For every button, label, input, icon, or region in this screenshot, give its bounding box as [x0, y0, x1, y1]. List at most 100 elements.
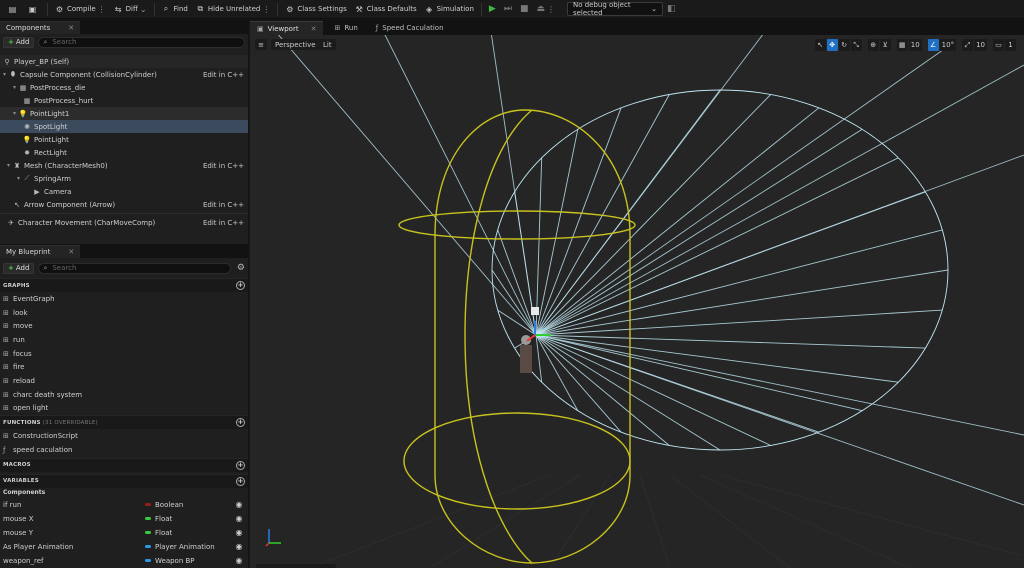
graph-item[interactable]: ⊞ fire [0, 360, 248, 374]
graph-item[interactable]: ⊞ open light [0, 402, 248, 416]
debug-object-select[interactable]: No debug object selected ⌄ [566, 1, 663, 17]
graph-item[interactable]: ⊞ look [0, 306, 248, 320]
select-mode-icon[interactable]: ↖ [814, 39, 826, 51]
grid-snap-icon[interactable]: ▦ [896, 39, 908, 51]
more-options-icon[interactable]: ⋮ [547, 5, 555, 14]
graph-item[interactable]: ⊞ focus [0, 347, 248, 361]
close-icon[interactable]: ✕ [68, 24, 74, 32]
component-row[interactable]: ▶ Camera [0, 185, 248, 198]
tab-run[interactable]: ⊞ Run [327, 21, 364, 35]
graph-item[interactable]: ⊞ charc death system [0, 388, 248, 402]
component-row[interactable]: ▦ PostProcess_hurt [0, 94, 248, 107]
view-mode-button[interactable]: Lit [319, 39, 336, 50]
edit-in-cpp-link[interactable]: Edit in C++ [203, 201, 244, 209]
component-row[interactable]: ▾ ▦ PostProcess_die [0, 81, 248, 94]
blueprint-search[interactable]: ⌕ [38, 262, 231, 274]
edit-in-cpp-link[interactable]: Edit in C++ [203, 71, 244, 79]
stop-button[interactable]: ■ [516, 1, 533, 18]
eye-icon[interactable]: ◉ [234, 528, 244, 537]
component-row[interactable]: ▾ 💡 PointLight1 [0, 107, 248, 120]
add-component-button[interactable]: + Add [3, 36, 35, 48]
camera-speed-icon[interactable]: ▭ [993, 39, 1004, 51]
more-options-icon[interactable]: ⋮ [98, 5, 106, 14]
add-macro-icon[interactable]: + [236, 460, 245, 470]
component-row[interactable]: 💡 PointLight [0, 133, 248, 146]
component-row[interactable]: ▾ ⟋ SpringArm [0, 172, 248, 185]
step-button[interactable]: ⏭ [500, 1, 516, 18]
graphs-section-header[interactable]: GRAPHS + [0, 278, 248, 292]
function-item[interactable]: ⊞ ConstructionScript [0, 429, 248, 443]
variable-row[interactable]: As Player Animation Player Animation ◉ [0, 540, 248, 554]
class-settings-button[interactable]: ⚙ Class Settings [281, 1, 350, 18]
eye-icon[interactable]: ◉ [234, 514, 244, 523]
search-icon: ⌕ [43, 263, 48, 272]
components-subheader[interactable]: Components [0, 488, 248, 498]
save-button[interactable]: ▤ [4, 1, 24, 18]
graph-item[interactable]: ⊞ EventGraph [0, 292, 248, 306]
perspective-button[interactable]: Perspective [271, 39, 320, 50]
tab-my-blueprint[interactable]: My Blueprint ✕ [0, 245, 81, 258]
add-member-button[interactable]: + Add [3, 262, 35, 274]
debug-browse-button[interactable]: ◧ [663, 1, 680, 18]
diff-button[interactable]: ⇆ Diff ⌄ [110, 1, 151, 18]
tab-speed-caculation[interactable]: ƒ Speed Caculation [369, 21, 451, 35]
components-search-input[interactable] [52, 38, 244, 46]
hide-unrelated-button[interactable]: ⧉ Hide Unrelated ⋮ [192, 1, 275, 18]
eye-icon[interactable]: ◉ [234, 542, 244, 551]
browse-button[interactable]: ▣ [24, 1, 44, 18]
add-graph-icon[interactable]: + [236, 281, 245, 290]
viewport[interactable]: ≡ Perspective Lit ↖ ✥ ↻ ⤡ ⊕ ⊻ ▦ 10 ∠ 10°… [250, 35, 1024, 568]
eye-icon[interactable]: ◉ [234, 500, 244, 509]
component-row-selected[interactable]: ✺ SpotLight [0, 120, 248, 133]
component-row[interactable]: ✹ RectLight [0, 146, 248, 159]
variable-row[interactable]: mouse Y Float ◉ [0, 526, 248, 540]
close-icon[interactable]: ✕ [311, 25, 317, 33]
close-icon[interactable]: ✕ [68, 248, 74, 256]
scale-snap-value[interactable]: 10 [974, 39, 987, 51]
graph-item[interactable]: ⊞ move [0, 319, 248, 333]
world-space-icon[interactable]: ⊕ [867, 39, 879, 51]
graph-item[interactable]: ⊞ reload [0, 374, 248, 388]
scale-snap-icon[interactable]: ⤢ [962, 39, 974, 51]
viewport-menu-button[interactable]: ≡ [255, 39, 267, 50]
component-row[interactable]: ▾ ♜ Mesh (CharacterMesh0) Edit in C++ [0, 159, 248, 172]
simulation-button[interactable]: ◈ Simulation [421, 1, 478, 18]
play-button[interactable]: ▶ [485, 1, 500, 18]
add-function-icon[interactable]: + [236, 418, 245, 428]
component-row[interactable]: ▾ ⬮ Capsule Component (CollisionCylinder) E… [0, 68, 248, 81]
variable-row[interactable]: weapon_ref Weapon BP ◉ [0, 554, 248, 568]
grid-snap-value[interactable]: 10 [908, 39, 922, 51]
rotation-snap-icon[interactable]: ∠ [927, 39, 939, 51]
edit-in-cpp-link[interactable]: Edit in C++ [203, 162, 244, 170]
blueprint-search-input[interactable] [52, 264, 230, 272]
variable-row[interactable]: if run Boolean ◉ [0, 498, 248, 512]
components-search[interactable]: ⌕ [38, 36, 245, 48]
function-item[interactable]: ƒ speed caculation [0, 443, 248, 457]
tab-components[interactable]: Components ✕ [0, 21, 81, 34]
surface-snap-icon[interactable]: ⊻ [879, 39, 891, 51]
functions-section-header[interactable]: FUNCTIONS (31 OVERRIDABLE) + [0, 415, 248, 430]
variable-row[interactable]: mouse X Float ◉ [0, 512, 248, 526]
gear-icon[interactable]: ⚙ [237, 263, 245, 273]
eye-icon[interactable]: ◉ [234, 556, 244, 565]
tab-viewport[interactable]: ▣ Viewport ✕ [250, 21, 324, 35]
find-button[interactable]: ⌕ Find [158, 1, 192, 18]
translate-mode-icon[interactable]: ✥ [826, 39, 838, 51]
compile-button[interactable]: ⚙ Compile ⋮ [51, 1, 110, 18]
component-row[interactable]: ✈ Character Movement (CharMoveComp) Edit i… [0, 216, 248, 229]
compiler-results-tab[interactable] [256, 564, 336, 568]
rotate-mode-icon[interactable]: ↻ [838, 39, 850, 51]
eject-button[interactable]: ⏏ ⋮ [532, 1, 559, 18]
component-row[interactable]: ⚲ Player_BP (Self) [0, 55, 248, 68]
add-variable-icon[interactable]: + [236, 476, 245, 486]
component-row[interactable]: ↖ Arrow Component (Arrow) Edit in C++ [0, 198, 248, 211]
more-options-icon[interactable]: ⋮ [262, 5, 270, 14]
class-defaults-button[interactable]: ⚒ Class Defaults [351, 1, 421, 18]
graph-item[interactable]: ⊞ run [0, 333, 248, 347]
variables-section-header[interactable]: VARIABLES + [0, 473, 248, 488]
rotation-snap-value[interactable]: 10° [939, 39, 957, 51]
camera-speed-value[interactable]: 1 [1005, 39, 1016, 51]
macros-section-header[interactable]: MACROS + [0, 457, 248, 472]
scale-mode-icon[interactable]: ⤡ [850, 39, 862, 51]
edit-in-cpp-link[interactable]: Edit in C++ [203, 219, 244, 227]
